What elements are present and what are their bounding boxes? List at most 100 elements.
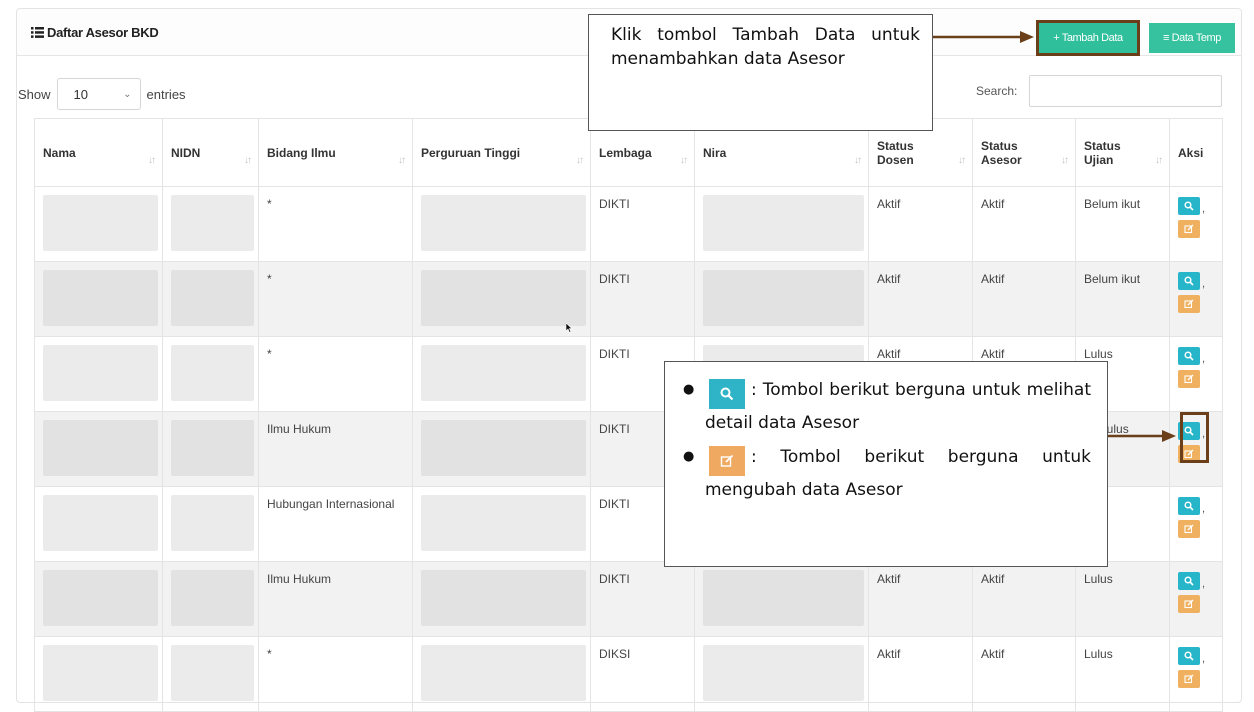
view-button[interactable]: , [1178, 347, 1205, 365]
cell-nira [694, 636, 869, 712]
table-row: * DIKTI Aktif Aktif Belum ikut, [34, 186, 1223, 262]
edit-button[interactable] [1178, 595, 1200, 613]
cell-status-ujian: Lulus [1075, 636, 1170, 712]
data-temp-button[interactable]: ≡ Data Temp [1149, 23, 1235, 53]
edit-explanation: ● : Tombol berikut berguna untuk menguba… [683, 443, 1091, 504]
edit-icon [709, 446, 745, 476]
cell-nama [34, 636, 163, 712]
cell-aksi: , [1169, 261, 1223, 337]
bullet-icon: ● [683, 382, 695, 397]
entries-control: Show 10 ⌄ entries [18, 78, 186, 110]
col-bidang-ilmu[interactable]: Bidang Ilmu ↓↑ [258, 118, 413, 187]
redacted-value [421, 270, 586, 326]
sort-icon: ↓↑ [1061, 155, 1069, 166]
col-nama[interactable]: Nama ↓↑ [34, 118, 163, 187]
redacted-value [421, 345, 586, 401]
cell-nama [34, 186, 163, 262]
redacted-value [171, 345, 254, 401]
cell-nama [34, 561, 163, 637]
cell-status-asesor: Aktif [972, 636, 1076, 712]
view-button[interactable]: , [1178, 572, 1205, 590]
cell-aksi: , [1169, 486, 1223, 562]
col-status-ujian[interactable]: Status Ujian ↓↑ [1075, 118, 1170, 187]
mouse-cursor-icon [566, 323, 573, 333]
chevron-down-icon: ⌄ [123, 88, 132, 100]
col-perguruan-tinggi[interactable]: Perguruan Tinggi ↓↑ [412, 118, 591, 187]
sort-icon: ↓↑ [1155, 155, 1163, 166]
cell-nira [694, 186, 869, 262]
edit-icon [1184, 224, 1194, 234]
edit-button[interactable] [1178, 670, 1200, 688]
redacted-value [421, 495, 586, 551]
edit-explanation-text: : Tombol berikut berguna untuk mengubah … [705, 447, 1091, 500]
edit-button[interactable] [1178, 520, 1200, 538]
cell-status-asesor: Aktif [972, 186, 1076, 262]
sort-icon: ↓↑ [680, 155, 688, 166]
sort-icon: ↓↑ [854, 155, 862, 166]
redacted-value [43, 495, 158, 551]
separator: , [1202, 203, 1206, 215]
cell-nidn [162, 186, 259, 262]
cell-nidn [162, 411, 259, 487]
edit-button[interactable] [1178, 295, 1200, 313]
view-explanation: ● : Tombol berikut berguna untuk melihat… [683, 376, 1091, 437]
cell-lembaga: DIKTI [590, 186, 695, 262]
cell-nama [34, 336, 163, 412]
cell-lembaga: DIKTI [590, 561, 695, 637]
cell-nidn [162, 486, 259, 562]
redacted-value [171, 495, 254, 551]
redacted-value [171, 270, 254, 326]
tambah-data-button[interactable]: + Tambah Data [1036, 20, 1140, 56]
view-explanation-text: : Tombol berikut berguna untuk melihat d… [705, 380, 1091, 433]
aksi-highlight-box [1180, 412, 1209, 463]
cell-status-dosen: Aktif [868, 636, 973, 712]
col-status-asesor[interactable]: Status Asesor ↓↑ [972, 118, 1076, 187]
search-icon [1184, 651, 1194, 661]
redacted-value [421, 570, 586, 626]
col-aksi: Aksi [1169, 118, 1223, 187]
col-nidn[interactable]: NIDN ↓↑ [162, 118, 259, 187]
entries-label: entries [146, 86, 186, 102]
cell-bidang-ilmu: * [258, 636, 413, 712]
redacted-value [43, 570, 158, 626]
sort-icon: ↓↑ [958, 155, 966, 166]
redacted-value [421, 645, 586, 701]
cell-bidang-ilmu: * [258, 186, 413, 262]
edit-icon [1184, 674, 1194, 684]
table-row: Ilmu Hukum DIKTI Aktif Aktif Lulus, [34, 561, 1223, 637]
cell-status-dosen: Aktif [868, 561, 973, 637]
view-button[interactable]: , [1178, 647, 1205, 665]
cell-aksi: , [1169, 636, 1223, 712]
redacted-value [421, 195, 586, 251]
search-icon [1184, 576, 1194, 586]
cell-bidang-ilmu: * [258, 336, 413, 412]
list-icon [31, 27, 44, 38]
cell-perguruan-tinggi [412, 486, 591, 562]
edit-button[interactable] [1178, 370, 1200, 388]
view-button[interactable]: , [1178, 497, 1205, 515]
sort-icon: ↓↑ [576, 155, 584, 166]
entries-select[interactable]: 10 ⌄ [56, 78, 141, 110]
page-title: Daftar Asesor BKD [31, 25, 159, 40]
view-button[interactable]: , [1178, 272, 1205, 290]
cell-bidang-ilmu: Ilmu Hukum [258, 411, 413, 487]
search-icon [1184, 501, 1194, 511]
redacted-value [171, 570, 254, 626]
tambah-data-callout: Klik tombol Tambah Data untuk menambahka… [588, 14, 933, 131]
cell-status-asesor: Aktif [972, 261, 1076, 337]
search-icon [1184, 351, 1194, 361]
view-button[interactable]: , [1178, 197, 1205, 215]
cell-bidang-ilmu: Ilmu Hukum [258, 561, 413, 637]
cell-aksi: , [1169, 561, 1223, 637]
redacted-value [43, 420, 158, 476]
cell-nidn [162, 561, 259, 637]
cell-perguruan-tinggi [412, 411, 591, 487]
separator: , [1202, 503, 1206, 515]
cell-aksi: , [1169, 336, 1223, 412]
redacted-value [171, 645, 254, 701]
search-input[interactable] [1029, 75, 1222, 107]
redacted-value [703, 645, 864, 701]
edit-icon [1184, 599, 1194, 609]
cell-status-ujian: Belum ikut [1075, 186, 1170, 262]
edit-button[interactable] [1178, 220, 1200, 238]
